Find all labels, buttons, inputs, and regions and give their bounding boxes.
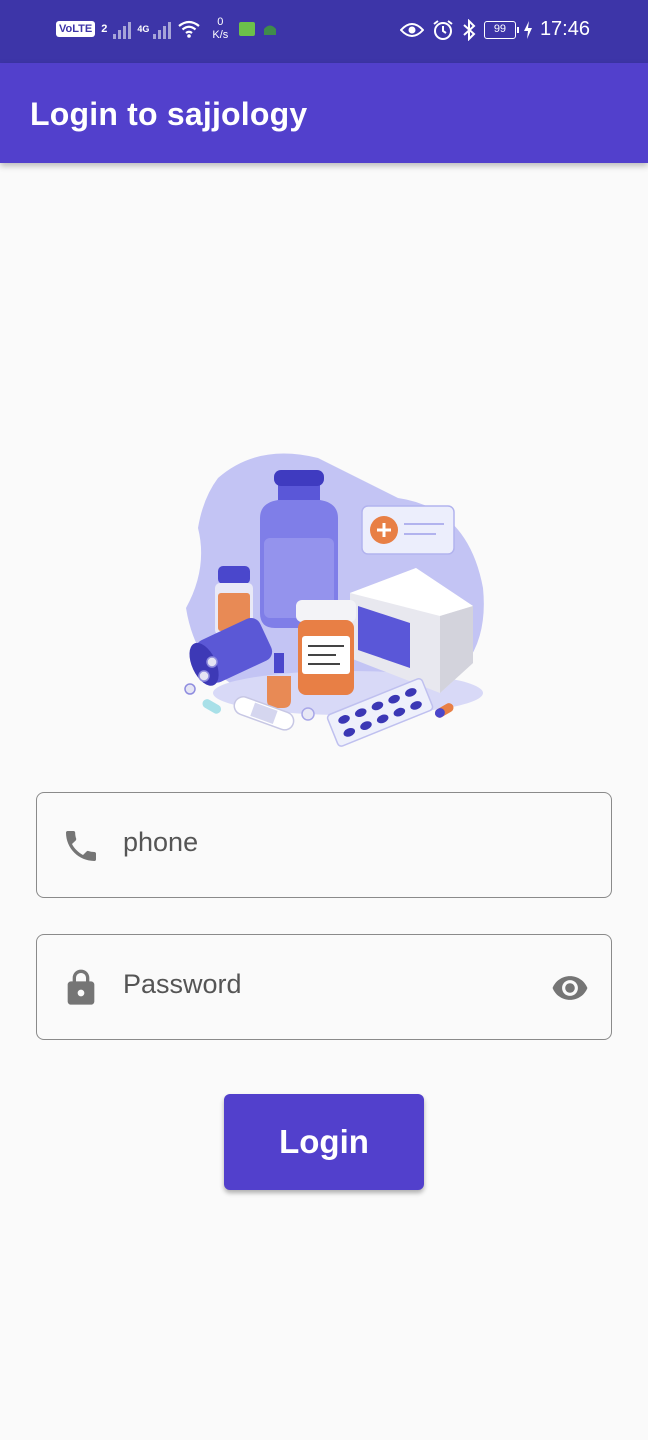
signal-strength-2-icon <box>153 19 172 39</box>
lock-icon <box>67 969 95 1005</box>
visibility-toggle-icon[interactable] <box>549 969 591 1007</box>
eye-comfort-icon <box>399 22 424 37</box>
app-bar-title: Login to sajjology <box>30 96 308 132</box>
speed-value: 0 <box>217 16 224 28</box>
status-bar: VoLTE 2 4G 0 K/s 99 17:46 <box>0 0 648 63</box>
phone-input[interactable]: phone <box>123 827 198 858</box>
speed-unit: K/s <box>212 29 229 41</box>
alarm-icon <box>433 19 453 40</box>
charging-icon <box>523 20 532 39</box>
signal-strength-1-icon <box>113 19 132 39</box>
clock: 17:46 <box>539 18 590 40</box>
login-button[interactable]: Login <box>224 1094 424 1190</box>
phone-icon <box>66 831 96 861</box>
password-input[interactable]: Password <box>123 969 242 1000</box>
status-right: 99 17:46 <box>399 18 590 41</box>
battery-level: 99 <box>483 20 519 39</box>
medicine-illustration <box>184 453 484 747</box>
password-field[interactable]: Password <box>36 934 612 1040</box>
android-notification-icon <box>264 25 277 35</box>
app-bar: Login to sajjology <box>0 63 648 163</box>
sim-number: 2 <box>101 23 108 35</box>
network-type: 4G <box>137 24 150 34</box>
bluetooth-icon <box>463 18 476 41</box>
status-left: VoLTE 2 4G 0 K/s <box>56 16 279 42</box>
app-notification-icon <box>239 22 256 36</box>
wifi-icon <box>178 20 201 38</box>
phone-field[interactable]: phone <box>36 792 612 898</box>
volte-badge: VoLTE <box>56 21 96 37</box>
network-speed: 0 K/s <box>207 16 233 42</box>
